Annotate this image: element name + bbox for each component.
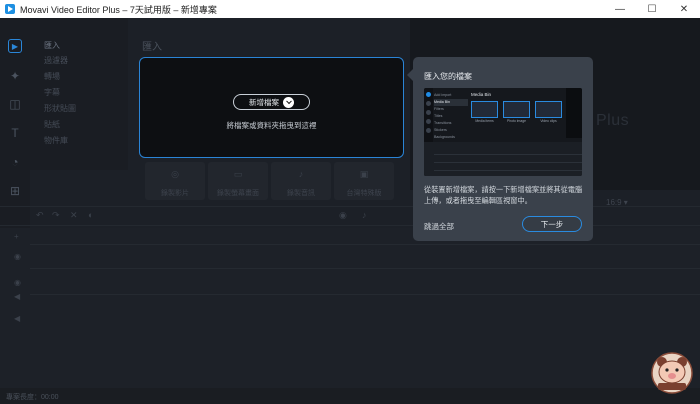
mini-rail-icon <box>426 92 431 97</box>
mini-category: Add import <box>434 93 452 97</box>
record-voice-icon[interactable]: ◉ <box>339 210 347 221</box>
record-tile-label: 錄製影片 <box>161 190 189 197</box>
mini-category: Media Bin <box>434 99 468 106</box>
category-item[interactable]: 形狀貼圖 <box>44 103 76 114</box>
window-title: Movavi Video Editor Plus – 7天試用版 – 新增專案 <box>20 4 217 15</box>
add-track-icon[interactable]: + <box>14 232 19 241</box>
mini-rail-icon <box>426 110 431 115</box>
tooltip-body: 從裝置新增檔案，請按一下新增檔案並將其從電腦上傳，或者拖曳至編輯區視窗中。 <box>424 185 583 205</box>
mini-rail-icon <box>426 101 431 106</box>
monitor-icon: ▭ <box>233 169 243 179</box>
volume-icon[interactable]: ◀ <box>14 292 20 301</box>
titles-tool-icon[interactable]: T <box>8 126 22 140</box>
mini-rail-icon <box>426 128 431 133</box>
mini-media-tile <box>503 101 530 118</box>
category-item[interactable]: 過濾器 <box>44 55 68 66</box>
watermark-seal-icon <box>651 352 693 394</box>
timeline-track <box>30 244 700 245</box>
next-button[interactable]: 下一步 <box>522 216 582 232</box>
title-bar: Movavi Video Editor Plus – 7天試用版 – 新增專案 … <box>0 0 700 18</box>
category-item[interactable]: 貼紙 <box>44 119 60 130</box>
skip-all-link[interactable]: 跳過全部 <box>424 221 454 232</box>
more-tools-icon[interactable]: ⊞ <box>8 184 22 198</box>
timeline-track <box>30 294 700 295</box>
category-item[interactable]: 匯入 <box>44 40 60 51</box>
mini-category: Stickers <box>434 128 447 132</box>
track-lock-icon[interactable]: ◉ <box>14 278 21 287</box>
edit-toolbar <box>0 206 700 226</box>
project-length: 專案長度：00:00 <box>6 394 59 401</box>
app-logo-icon <box>5 4 15 14</box>
tooltip-illustration: Add import Media Bin Filters Titles Tran… <box>424 88 582 176</box>
timeline[interactable] <box>0 228 700 388</box>
package-icon: ▣ <box>359 169 369 179</box>
add-files-label: 新增檔案 <box>249 97 279 107</box>
mini-title: Media Bin <box>471 92 492 97</box>
stickers-tool-icon[interactable]: ◔ <box>8 155 22 169</box>
mini-track <box>434 170 582 171</box>
minimize-button[interactable]: — <box>604 0 636 18</box>
category-item[interactable]: 轉場 <box>44 71 60 82</box>
mini-tile-label: Video clips <box>540 119 557 123</box>
onboarding-tooltip: 匯入您的檔案 Add import Media Bin Filters Titl… <box>407 57 593 241</box>
mini-category: Filters <box>434 107 444 111</box>
record-tile-label: 錄製螢幕畫面 <box>217 190 259 197</box>
tooltip-title: 匯入您的檔案 <box>424 72 472 81</box>
mini-category: Backgrounds <box>434 135 455 139</box>
transitions-tool-icon[interactable]: ◫ <box>8 97 22 111</box>
status-bar <box>0 388 700 404</box>
visibility-icon[interactable]: ◉ <box>14 252 21 261</box>
import-heading: 匯入 <box>142 42 162 53</box>
close-button[interactable]: ✕ <box>668 0 700 18</box>
mini-tile-label: Media items <box>475 119 494 123</box>
chevron-down-icon[interactable] <box>283 96 294 108</box>
redo-icon[interactable]: ↷ <box>52 210 60 221</box>
microphone-icon: ♪ <box>298 169 304 179</box>
volume-icon[interactable]: ◀ <box>14 314 20 323</box>
mini-media-tile <box>535 101 562 118</box>
mini-rail-icon <box>426 119 431 124</box>
maximize-button[interactable]: ☐ <box>636 0 668 18</box>
mic-icon[interactable]: ♪ <box>362 210 367 220</box>
import-tool-icon[interactable]: ▶ <box>8 39 22 53</box>
record-tile-label: 台灣特殊版 <box>346 190 382 197</box>
timeline-track <box>30 268 700 269</box>
mini-track <box>434 154 582 155</box>
window-controls: — ☐ ✕ <box>604 0 700 18</box>
drop-hint: 將檔案或資料夾拖曳到這裡 <box>226 121 317 130</box>
preview-watermark-text: Plus <box>596 112 630 129</box>
category-item[interactable]: 字幕 <box>44 87 60 98</box>
mini-category: Transitions <box>434 121 452 125</box>
mini-category-list: Add import Media Bin Filters Titles Tran… <box>434 92 468 148</box>
filters-tool-icon[interactable]: ✦ <box>8 69 22 83</box>
undo-icon[interactable]: ↶ <box>36 210 44 221</box>
mini-preview <box>566 88 582 138</box>
mini-media-tile <box>471 101 498 118</box>
category-list: 匯入 過濾器 轉場 字幕 形狀貼圖 貼紙 物件庫 <box>30 18 128 170</box>
split-icon[interactable]: ◐ <box>88 210 93 220</box>
mini-category: Titles <box>434 114 443 118</box>
mini-track <box>434 162 582 163</box>
record-tile-label: 錄製音訊 <box>287 190 315 197</box>
webcam-icon: ◎ <box>171 169 179 179</box>
category-item[interactable]: 物件庫 <box>44 135 68 146</box>
add-files-button[interactable]: 新增檔案 <box>233 94 310 110</box>
mini-tile-label: Photo image <box>506 119 527 123</box>
delete-icon[interactable]: ✕ <box>70 210 78 221</box>
